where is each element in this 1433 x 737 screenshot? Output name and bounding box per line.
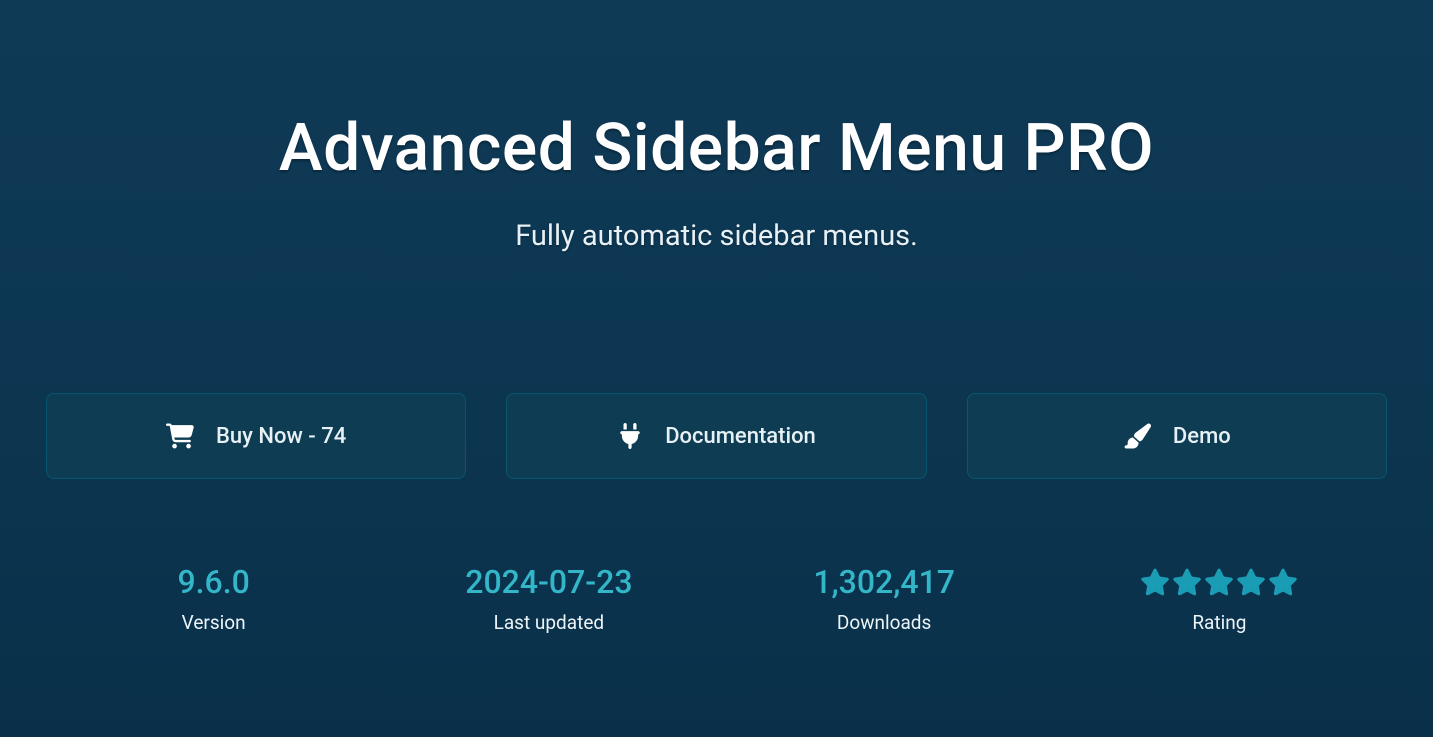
rating-stars	[1140, 563, 1298, 601]
buy-now-label: Buy Now - 74	[216, 424, 346, 449]
updated-label: Last updated	[494, 611, 605, 634]
version-label: Version	[182, 611, 246, 634]
cart-icon	[166, 423, 194, 449]
page-subtitle: Fully automatic sidebar menus.	[515, 219, 918, 253]
updated-value: 2024-07-23	[465, 563, 632, 601]
documentation-label: Documentation	[665, 424, 816, 449]
downloads-value: 1,302,417	[813, 563, 955, 601]
hero-section: Advanced Sidebar Menu PRO Fully automati…	[0, 0, 1433, 634]
stat-updated: 2024-07-23 Last updated	[381, 563, 716, 634]
stat-rating: Rating	[1052, 563, 1387, 634]
buy-now-button[interactable]: Buy Now - 74	[46, 393, 466, 479]
documentation-button[interactable]: Documentation	[506, 393, 926, 479]
demo-button[interactable]: Demo	[967, 393, 1387, 479]
version-value: 9.6.0	[177, 563, 249, 601]
plug-icon	[617, 423, 643, 449]
button-row: Buy Now - 74 Documentation Demo	[0, 393, 1433, 479]
star-icon	[1268, 567, 1298, 597]
stat-downloads: 1,302,417 Downloads	[717, 563, 1052, 634]
downloads-label: Downloads	[837, 611, 931, 634]
star-icon	[1172, 567, 1202, 597]
brush-icon	[1123, 423, 1151, 449]
stat-version: 9.6.0 Version	[46, 563, 381, 634]
star-icon	[1236, 567, 1266, 597]
page-title: Advanced Sidebar Menu PRO	[279, 110, 1154, 187]
star-icon	[1140, 567, 1170, 597]
star-icon	[1204, 567, 1234, 597]
demo-label: Demo	[1173, 424, 1231, 449]
stats-row: 9.6.0 Version 2024-07-23 Last updated 1,…	[0, 563, 1433, 634]
rating-label: Rating	[1192, 611, 1246, 634]
